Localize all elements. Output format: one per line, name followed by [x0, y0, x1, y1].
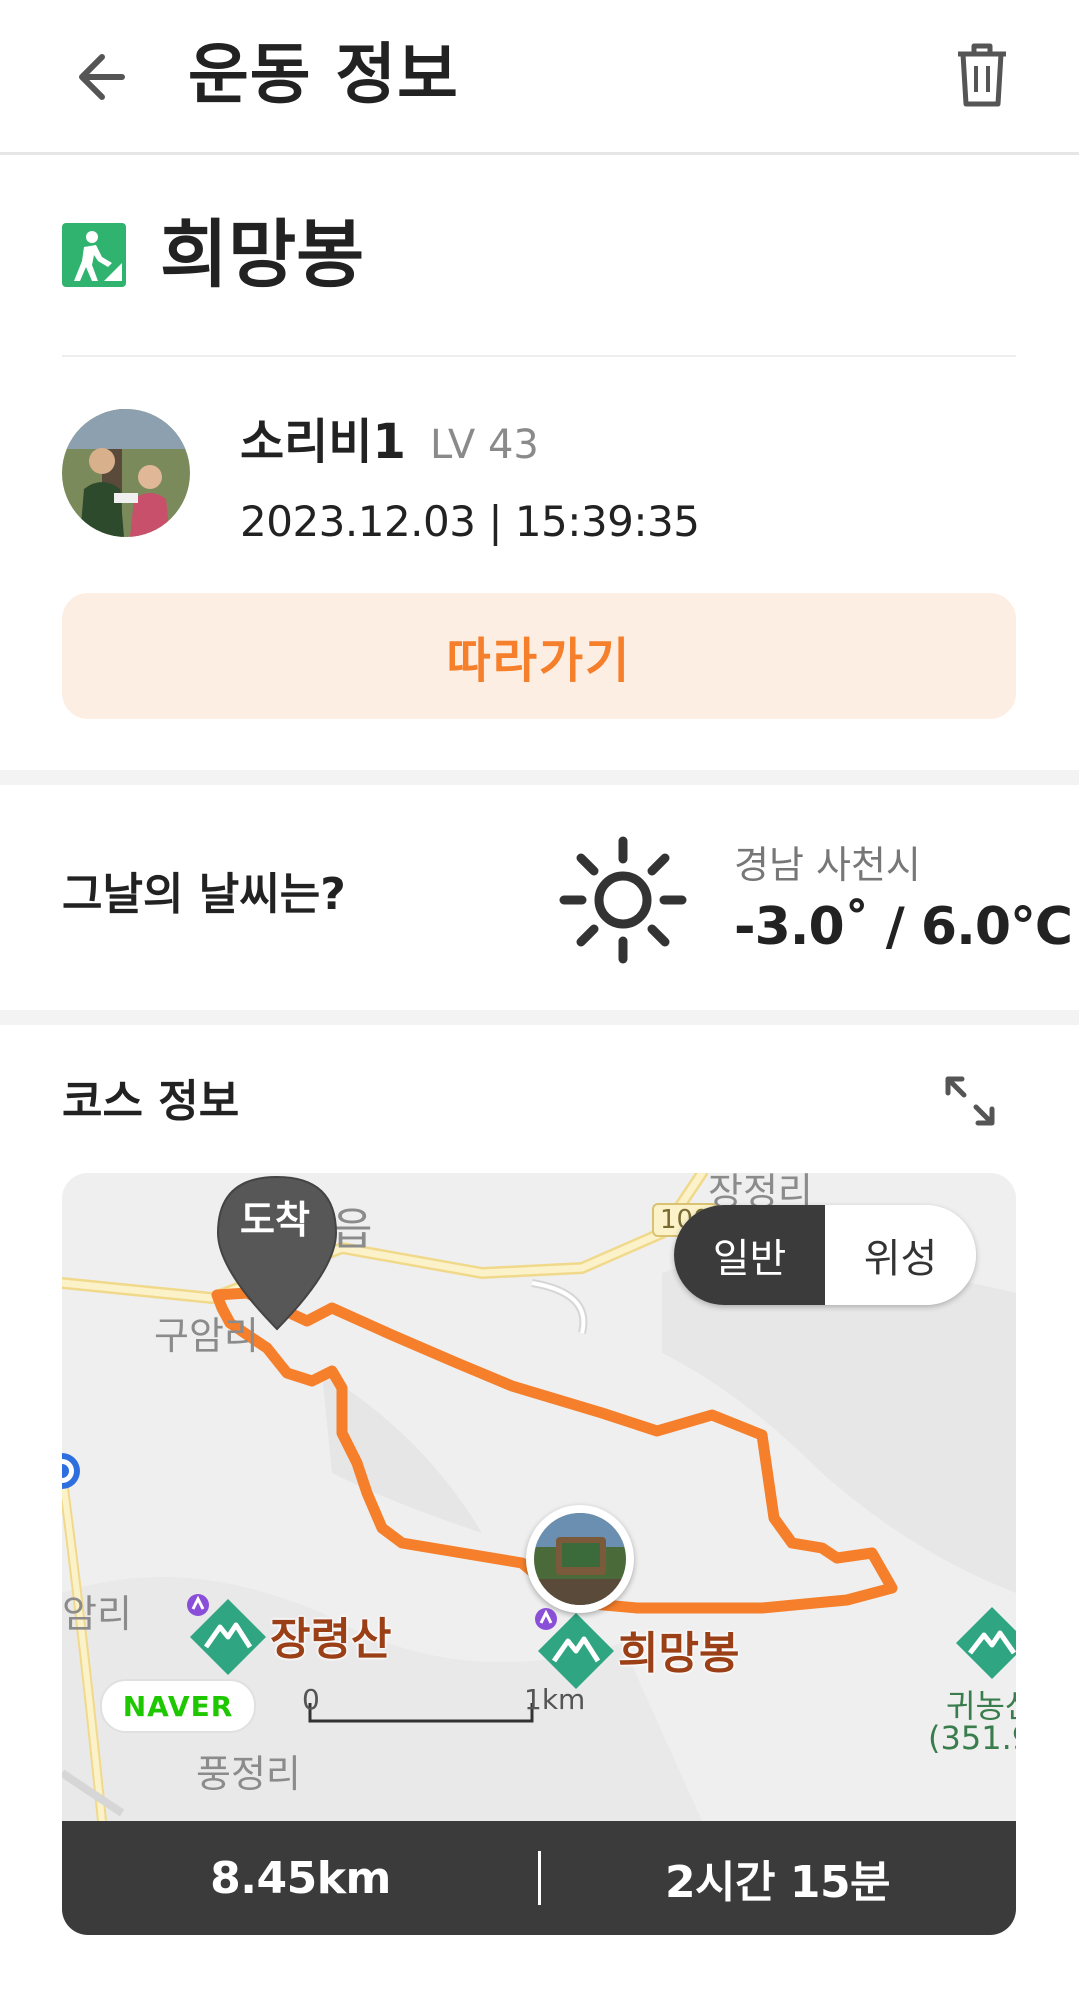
- map-label: 풍정리: [196, 1752, 301, 1796]
- weather-temperature: -3.0˚ / 6.0℃: [734, 897, 1073, 957]
- naver-logo: NAVER: [100, 1679, 256, 1733]
- course-map[interactable]: 읍 장정리 100 구암리 암리 풍정리 장령산 희망봉 귀농 (351. 도착…: [62, 1173, 1016, 1821]
- photo-marker[interactable]: [526, 1505, 634, 1613]
- arrival-label: 도착: [240, 1198, 310, 1242]
- mountain-height-label: (351.9: [928, 1719, 1016, 1757]
- app-header: 운동 정보: [0, 0, 1079, 155]
- mountain-marker-icon[interactable]: [186, 1593, 270, 1681]
- back-arrow-icon[interactable]: [70, 42, 140, 112]
- map-type-satellite[interactable]: 위성: [825, 1205, 976, 1305]
- trash-icon[interactable]: [950, 40, 1014, 110]
- mountain-label: 희망봉: [618, 1628, 740, 1679]
- summary-card: 희망봉 소리비1 LV 43 2023.12.03 | 15:39:35 따라가…: [0, 155, 1079, 770]
- user-level: LV 43: [430, 422, 539, 468]
- weather-question: 그날의 날씨는?: [62, 869, 346, 920]
- course-title: 코스 정보: [62, 1076, 240, 1127]
- scale-start-label: 0: [302, 1683, 320, 1716]
- sun-icon: [558, 835, 688, 965]
- mountain-label: 장령산: [270, 1614, 392, 1665]
- divider: [62, 355, 1016, 357]
- map-type-normal[interactable]: 일반: [674, 1205, 825, 1305]
- map-type-toggle: 일반 위성: [674, 1205, 976, 1305]
- record-datetime: 2023.12.03 | 15:39:35: [240, 497, 700, 546]
- weather-location: 경남 사천시: [734, 843, 921, 887]
- weather-card: 그날의 날씨는? 경남 사천시 -3.0˚ / 6.0℃: [0, 785, 1079, 1010]
- follow-button[interactable]: 따라가기: [62, 593, 1016, 719]
- mountain-marker-icon[interactable]: [952, 1603, 1016, 1687]
- expand-icon[interactable]: [940, 1071, 1000, 1131]
- map-label: 암리: [62, 1592, 132, 1636]
- duration-value: 2시간 15분: [664, 1857, 891, 1908]
- mountain-name: 희망봉: [160, 212, 365, 298]
- avatar[interactable]: [62, 409, 190, 537]
- mountain-marker-icon[interactable]: [534, 1607, 618, 1695]
- user-name: 소리비1: [240, 414, 406, 470]
- distance-value: 8.45km: [210, 1852, 391, 1904]
- photo-thumbnail: [534, 1513, 626, 1605]
- page-title: 운동 정보: [188, 36, 459, 113]
- scale-end-label: 1km: [524, 1683, 586, 1716]
- course-stats-bar: 8.45km 2시간 15분: [62, 1821, 1016, 1935]
- hiking-icon: [62, 223, 126, 287]
- follow-button-label: 따라가기: [446, 633, 632, 689]
- course-card: 코스 정보 읍 장정리 100 구암리 암리 풍정리 장령산 희망봉 귀농 (3…: [0, 1025, 1079, 1991]
